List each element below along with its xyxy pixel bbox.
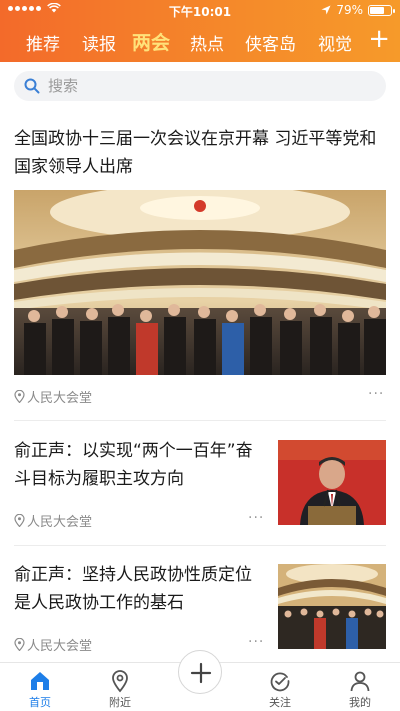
tab-xiakedao[interactable]: 侠客岛: [245, 30, 296, 55]
nav-home-label: 首页: [29, 696, 51, 709]
article-2-more-button[interactable]: ···: [248, 510, 264, 526]
status-right: 79%: [321, 3, 395, 17]
bottom-navigation: 首页 附近 关注 我的: [0, 650, 400, 711]
article-3-image[interactable]: [278, 564, 386, 649]
tab-two-sessions[interactable]: 两会: [132, 28, 170, 55]
speaker-at-podium-photo: [278, 440, 386, 525]
channel-tabs: 推荐 读报 两会 热点 侠客岛 视觉 +: [0, 24, 400, 60]
nav-nearby-label: 附近: [109, 696, 131, 709]
user-icon: [350, 671, 370, 692]
article-2-location: 人民大会堂: [27, 515, 93, 530]
tab-newspaper[interactable]: 读报: [82, 30, 116, 55]
tab-hot[interactable]: 热点: [190, 30, 224, 55]
great-hall-assembly-thumb: [278, 564, 386, 649]
nav-home[interactable]: 首页: [0, 663, 80, 711]
location-pin-icon: [14, 638, 25, 651]
article-3-location: 人民大会堂: [27, 639, 93, 654]
battery-percent: 79%: [336, 3, 363, 17]
location-pin-icon: [14, 514, 25, 527]
article-2-image[interactable]: [278, 440, 386, 525]
article-1-meta: 人民大会堂: [14, 387, 92, 406]
article-2-title[interactable]: 俞正声：以实现“两个一百年”奋斗目标为履职主攻方向: [14, 437, 266, 493]
nav-me[interactable]: 我的: [320, 663, 400, 711]
search-input[interactable]: [48, 75, 368, 97]
search-icon: [24, 78, 40, 94]
location-arrow-icon: [321, 5, 331, 15]
battery-icon: [368, 4, 395, 16]
article-1-image[interactable]: [14, 190, 386, 375]
article-2-meta: 人民大会堂: [14, 511, 92, 530]
article-1-title[interactable]: 全国政协十三届一次会议在京开幕 习近平等党和国家领导人出席: [14, 125, 386, 181]
app-screen: 下午10:01 79% 推荐 读报 两会 热点 侠客岛 视觉 + 搜索 全国政协…: [0, 0, 400, 711]
home-icon: [31, 672, 49, 690]
tab-recommend[interactable]: 推荐: [26, 30, 60, 55]
nav-me-label: 我的: [349, 696, 371, 709]
add-channel-button[interactable]: +: [368, 24, 390, 54]
article-3-meta: 人民大会堂: [14, 635, 92, 654]
search-bar[interactable]: [14, 71, 386, 101]
nav-follow-label: 关注: [269, 696, 291, 709]
tab-visual[interactable]: 视觉: [318, 30, 352, 55]
great-hall-assembly-photo: [14, 190, 386, 375]
divider: [14, 545, 386, 546]
article-1-location: 人民大会堂: [27, 391, 93, 406]
location-pin-icon: [112, 670, 128, 693]
nav-add-button[interactable]: [178, 650, 222, 694]
location-pin-icon: [14, 390, 25, 403]
battery-fill: [370, 6, 384, 14]
article-1-more-button[interactable]: ···: [368, 386, 384, 402]
divider: [14, 420, 386, 421]
status-bar: 下午10:01 79%: [0, 0, 400, 20]
article-3-more-button[interactable]: ···: [248, 634, 264, 650]
add-icon: [190, 662, 212, 684]
header-bar: 下午10:01 79% 推荐 读报 两会 热点 侠客岛 视觉 +: [0, 0, 400, 62]
follow-icon: [270, 672, 290, 692]
article-3-title[interactable]: 俞正声：坚持人民政协性质定位是人民政协工作的基石: [14, 561, 266, 617]
nav-nearby[interactable]: 附近: [80, 663, 160, 711]
nav-follow[interactable]: 关注: [240, 663, 320, 711]
